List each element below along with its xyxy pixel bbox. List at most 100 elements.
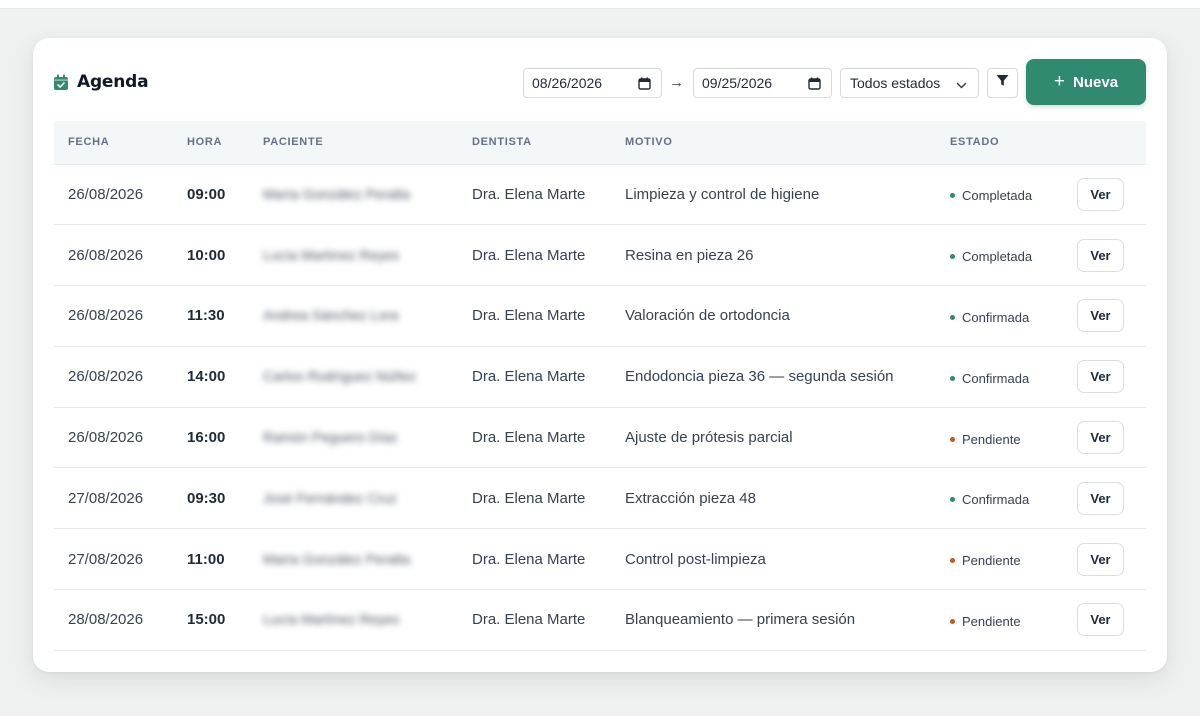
cell-hora: 14:00 (173, 346, 249, 408)
new-appointment-button[interactable]: + Nueva (1026, 59, 1146, 105)
cell-actions: Ver (1064, 467, 1146, 530)
status-text: Completada (962, 249, 1033, 265)
cell-dentista: Dra. Elena Marte (458, 224, 611, 287)
column-header-motivo[interactable]: MOTIVO (611, 121, 936, 165)
dentista-text: Dra. Elena Marte (472, 246, 586, 264)
cell-fecha: 27/08/2026 (54, 467, 173, 530)
plus-icon: + (1053, 70, 1066, 92)
cell-estado: Confirmada (936, 285, 1064, 347)
cell-estado: Pendiente (936, 407, 1064, 469)
status-filter-value: Todos estados (850, 75, 941, 91)
table-row[interactable]: 27/08/2026 09:30 José Fernández Cruz Dra… (54, 467, 1146, 530)
status-filter-select[interactable]: Todos estados (840, 68, 979, 98)
column-header-estado[interactable]: ESTADO (936, 121, 1064, 165)
status-badge: Completada (950, 188, 1032, 203)
cell-dentista: Dra. Elena Marte (458, 407, 611, 469)
column-header-dentista[interactable]: DENTISTA (458, 121, 611, 165)
cell-hora: 09:00 (173, 164, 249, 226)
cell-dentista: Dra. Elena Marte (458, 346, 611, 408)
table-row[interactable]: 26/08/2026 14:00 Carlos Rodríguez Núñez … (54, 346, 1146, 408)
patient-name: Lucía Martínez Reyes (263, 611, 400, 628)
table-row[interactable]: 26/08/2026 16:00 Ramón Peguero Díaz Dra.… (54, 407, 1146, 469)
cell-fecha: 27/08/2026 (54, 528, 173, 591)
table-row[interactable]: 26/08/2026 09:00 María González Peralta … (54, 164, 1146, 226)
status-badge: Pendiente (950, 553, 1021, 568)
cell-fecha: 26/08/2026 (54, 407, 173, 469)
cell-estado: Pendiente (936, 528, 1064, 591)
view-button[interactable]: Ver (1077, 360, 1124, 394)
motivo-text: Limpieza y control de higiene (625, 185, 820, 203)
fecha-text: 26/08/2026 (68, 246, 144, 264)
cell-actions: Ver (1064, 346, 1146, 408)
calendar-icon[interactable] (808, 77, 821, 90)
status-text: Pendiente (962, 553, 1021, 569)
hora-text: 14:00 (187, 368, 226, 386)
fecha-text: 28/08/2026 (68, 611, 144, 629)
column-header-hora[interactable]: HORA (173, 121, 249, 165)
calendar-check-icon (53, 74, 69, 91)
patient-name: María González Peralta (263, 185, 411, 202)
cell-motivo: Endodoncia pieza 36 — segunda sesión (611, 346, 936, 408)
appointments-table: FECHA HORA PACIENTE DENTISTA MOTIVO ESTA… (54, 121, 1146, 651)
cell-estado: Completada (936, 224, 1064, 287)
table-header-row: FECHA HORA PACIENTE DENTISTA MOTIVO ESTA… (54, 121, 1146, 165)
status-dot-icon (950, 254, 955, 260)
dentista-text: Dra. Elena Marte (472, 611, 586, 629)
hora-text: 10:00 (187, 246, 226, 264)
table-row[interactable]: 27/08/2026 11:00 María González Peralta … (54, 528, 1146, 591)
motivo-text: Extracción pieza 48 (625, 489, 756, 507)
cell-hora: 10:00 (173, 224, 249, 287)
hora-text: 11:30 (187, 307, 225, 325)
cell-paciente: Carlos Rodríguez Núñez (249, 346, 458, 408)
cell-motivo: Resina en pieza 26 (611, 224, 936, 287)
status-badge: Completada (950, 249, 1032, 264)
agenda-card: Agenda 08/26/2026 → 09/25/2026 Todos est… (33, 38, 1167, 672)
view-button[interactable]: Ver (1077, 238, 1124, 272)
fecha-text: 27/08/2026 (68, 489, 144, 507)
cell-motivo: Valoración de ortodoncia (611, 285, 936, 347)
cell-paciente: Lucía Martínez Reyes (249, 589, 458, 651)
filter-button[interactable] (987, 68, 1018, 98)
status-dot-icon (950, 314, 955, 320)
cell-estado: Completada (936, 164, 1064, 226)
cell-dentista: Dra. Elena Marte (458, 528, 611, 591)
status-text: Pendiente (962, 431, 1021, 447)
status-badge: Confirmada (950, 310, 1029, 325)
cell-actions: Ver (1064, 164, 1146, 226)
view-button[interactable]: Ver (1077, 299, 1124, 333)
motivo-text: Valoración de ortodoncia (625, 307, 790, 325)
status-badge: Confirmada (950, 492, 1029, 507)
view-button[interactable]: Ver (1077, 177, 1124, 211)
table-row[interactable]: 26/08/2026 10:00 Lucía Martínez Reyes Dr… (54, 224, 1146, 287)
table-row[interactable]: 26/08/2026 11:30 Andrea Sánchez Lora Dra… (54, 285, 1146, 347)
column-header-fecha[interactable]: FECHA (54, 121, 173, 165)
top-bar (0, 0, 1200, 9)
view-button[interactable]: Ver (1077, 603, 1124, 637)
view-button[interactable]: Ver (1077, 421, 1124, 455)
patient-name: José Fernández Cruz (263, 489, 397, 506)
cell-paciente: María González Peralta (249, 528, 458, 591)
cell-paciente: Ramón Peguero Díaz (249, 407, 458, 469)
cell-motivo: Limpieza y control de higiene (611, 164, 936, 226)
motivo-text: Endodoncia pieza 36 — segunda sesión (625, 368, 894, 386)
column-header-actions (1064, 121, 1146, 165)
hora-text: 11:00 (187, 550, 225, 568)
calendar-icon[interactable] (638, 77, 651, 90)
table-row[interactable]: 28/08/2026 15:00 Lucía Martínez Reyes Dr… (54, 589, 1146, 651)
page-title: Agenda (77, 72, 149, 92)
column-header-paciente[interactable]: PACIENTE (249, 121, 458, 165)
date-from-value: 08/26/2026 (532, 75, 603, 91)
date-to-input[interactable]: 09/25/2026 (693, 68, 832, 98)
status-dot-icon (950, 193, 955, 199)
view-button[interactable]: Ver (1077, 481, 1124, 515)
cell-hora: 11:00 (173, 528, 249, 591)
patient-name: Ramón Peguero Díaz (263, 429, 398, 446)
cell-dentista: Dra. Elena Marte (458, 467, 611, 530)
date-from-input[interactable]: 08/26/2026 (523, 68, 662, 98)
status-dot-icon (950, 497, 955, 503)
view-button[interactable]: Ver (1077, 542, 1124, 576)
cell-hora: 11:30 (173, 285, 249, 347)
hora-text: 16:00 (187, 429, 226, 447)
dentista-text: Dra. Elena Marte (472, 489, 586, 507)
fecha-text: 26/08/2026 (68, 429, 144, 447)
